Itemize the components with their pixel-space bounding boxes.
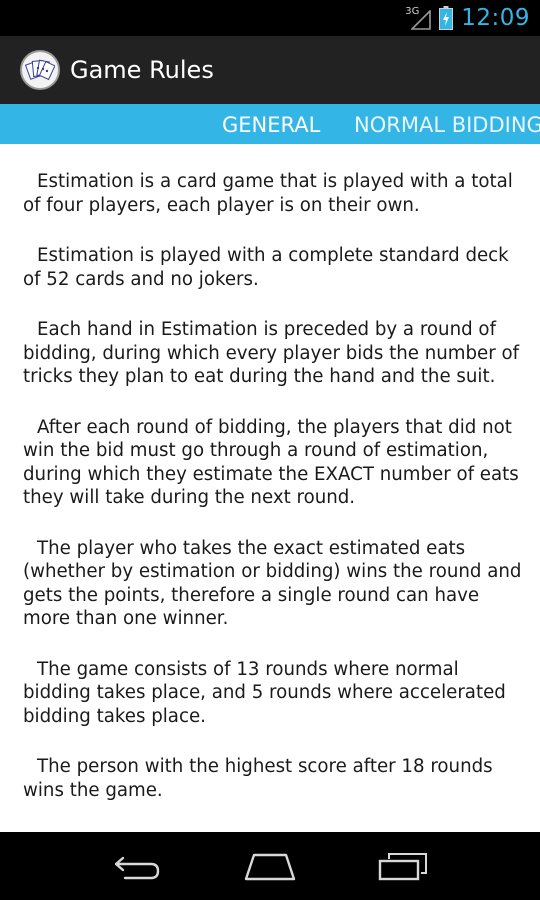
playing-cards-icon[interactable] — [20, 50, 60, 90]
navigation-bar — [0, 832, 540, 900]
status-bar: 3G 12:09 — [0, 0, 540, 36]
back-icon[interactable] — [107, 846, 167, 886]
battery-charging-icon — [439, 6, 454, 30]
rule-paragraph: The person with the highest score after … — [23, 756, 493, 801]
rule-paragraph: The game consists of 13 rounds where nor… — [23, 658, 506, 727]
rules-content[interactable]: Estimation is a card game that is played… — [0, 144, 540, 832]
rule-paragraph: Estimation is played with a complete sta… — [23, 245, 509, 290]
clock: 12:09 — [461, 5, 530, 31]
signal-icon: 3G — [405, 6, 432, 30]
tab-normal-bidding[interactable]: NORMAL BIDDING — [354, 104, 540, 144]
rule-paragraph: The player who takes the exact estimated… — [23, 537, 522, 630]
tab-general[interactable]: GENERAL — [222, 104, 320, 144]
tab-strip: GENERAL NORMAL BIDDING — [0, 104, 540, 144]
home-icon[interactable] — [240, 846, 300, 886]
page-title: Game Rules — [70, 56, 214, 84]
rule-paragraph: Estimation is a card game that is played… — [23, 171, 513, 216]
recent-apps-icon[interactable] — [373, 846, 433, 886]
rule-paragraph: Each hand in Estimation is preceded by a… — [23, 319, 520, 387]
rule-paragraph: After each round of bidding, the players… — [23, 416, 519, 509]
action-bar: Game Rules — [0, 36, 540, 104]
